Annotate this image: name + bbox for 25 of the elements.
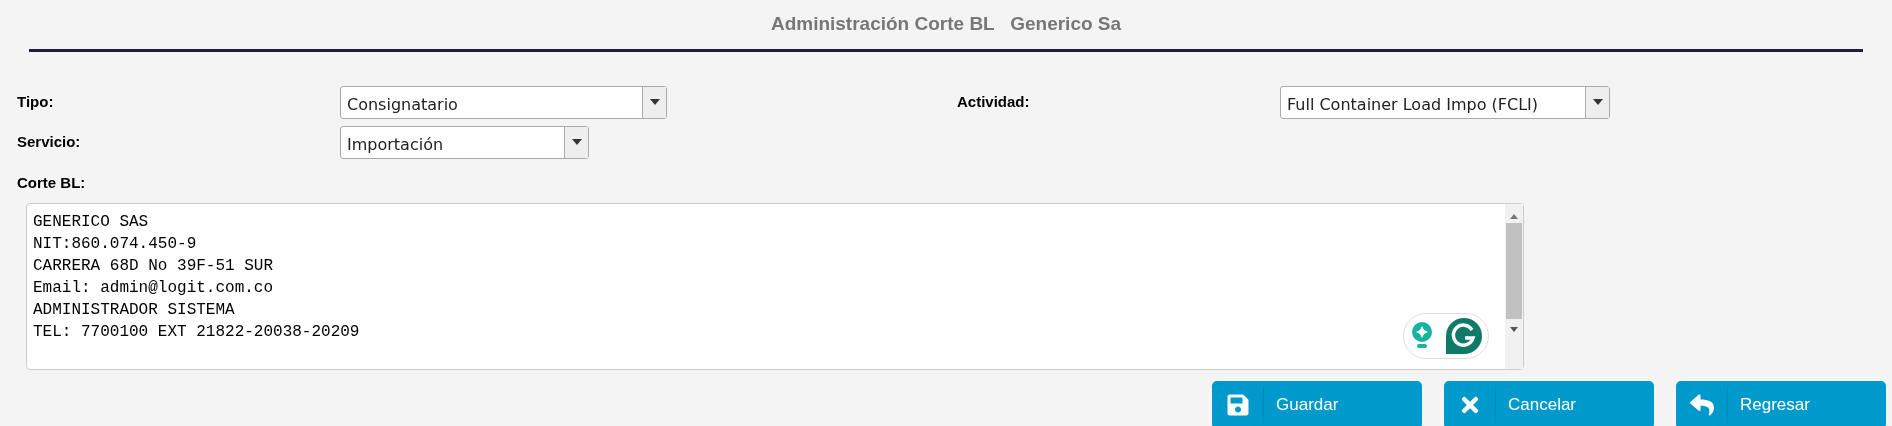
field-label: Tipo: xyxy=(17,91,55,112)
text-line: GENERICO SAS xyxy=(33,212,149,231)
text-line: ADMINISTRADOR SISTEMA xyxy=(33,300,235,319)
scroll-up-icon[interactable] xyxy=(1510,213,1518,219)
dropdown[interactable]: Consignatario xyxy=(340,85,667,119)
caret-icon xyxy=(571,139,582,145)
dropdown[interactable]: Full Container Load Impo (FCLI) xyxy=(1280,85,1610,119)
page-title: Administración Corte BL Generico Sa xyxy=(770,13,1122,34)
text-line: CARRERA 68D No 39F-51 SUR xyxy=(33,256,274,275)
field-label: Corte BL: xyxy=(17,173,86,191)
dropdown[interactable]: Importación xyxy=(340,125,589,159)
assistant-widget[interactable] xyxy=(1403,312,1489,359)
g-logo-icon[interactable] xyxy=(1445,317,1482,354)
text-line: NIT:860.074.450-9 xyxy=(33,234,197,253)
scrollbar[interactable] xyxy=(1505,203,1523,369)
text-area[interactable]: GENERICO SAS NIT:860.074.450-9 CARRERA 68D No 39F-51 SUR Email: admin@logit.com.co ADMINISTRADOR SISTEMA TEL: 7700100 EXT 21822-20038-20209 xyxy=(26,202,1524,370)
lightbulb-icon[interactable] xyxy=(1410,320,1433,351)
field-label: Servicio: xyxy=(17,131,82,152)
caret-icon xyxy=(1592,99,1603,105)
field-label: Actividad: xyxy=(957,91,1031,112)
text-line: TEL: 7700100 EXT 21822-20038-20209 xyxy=(33,322,360,341)
caret-icon xyxy=(649,99,660,105)
text-line: Email: admin@logit.com.co xyxy=(33,278,274,297)
scroll-down-icon[interactable] xyxy=(1510,326,1518,332)
reply-arrow-icon xyxy=(1689,392,1714,417)
